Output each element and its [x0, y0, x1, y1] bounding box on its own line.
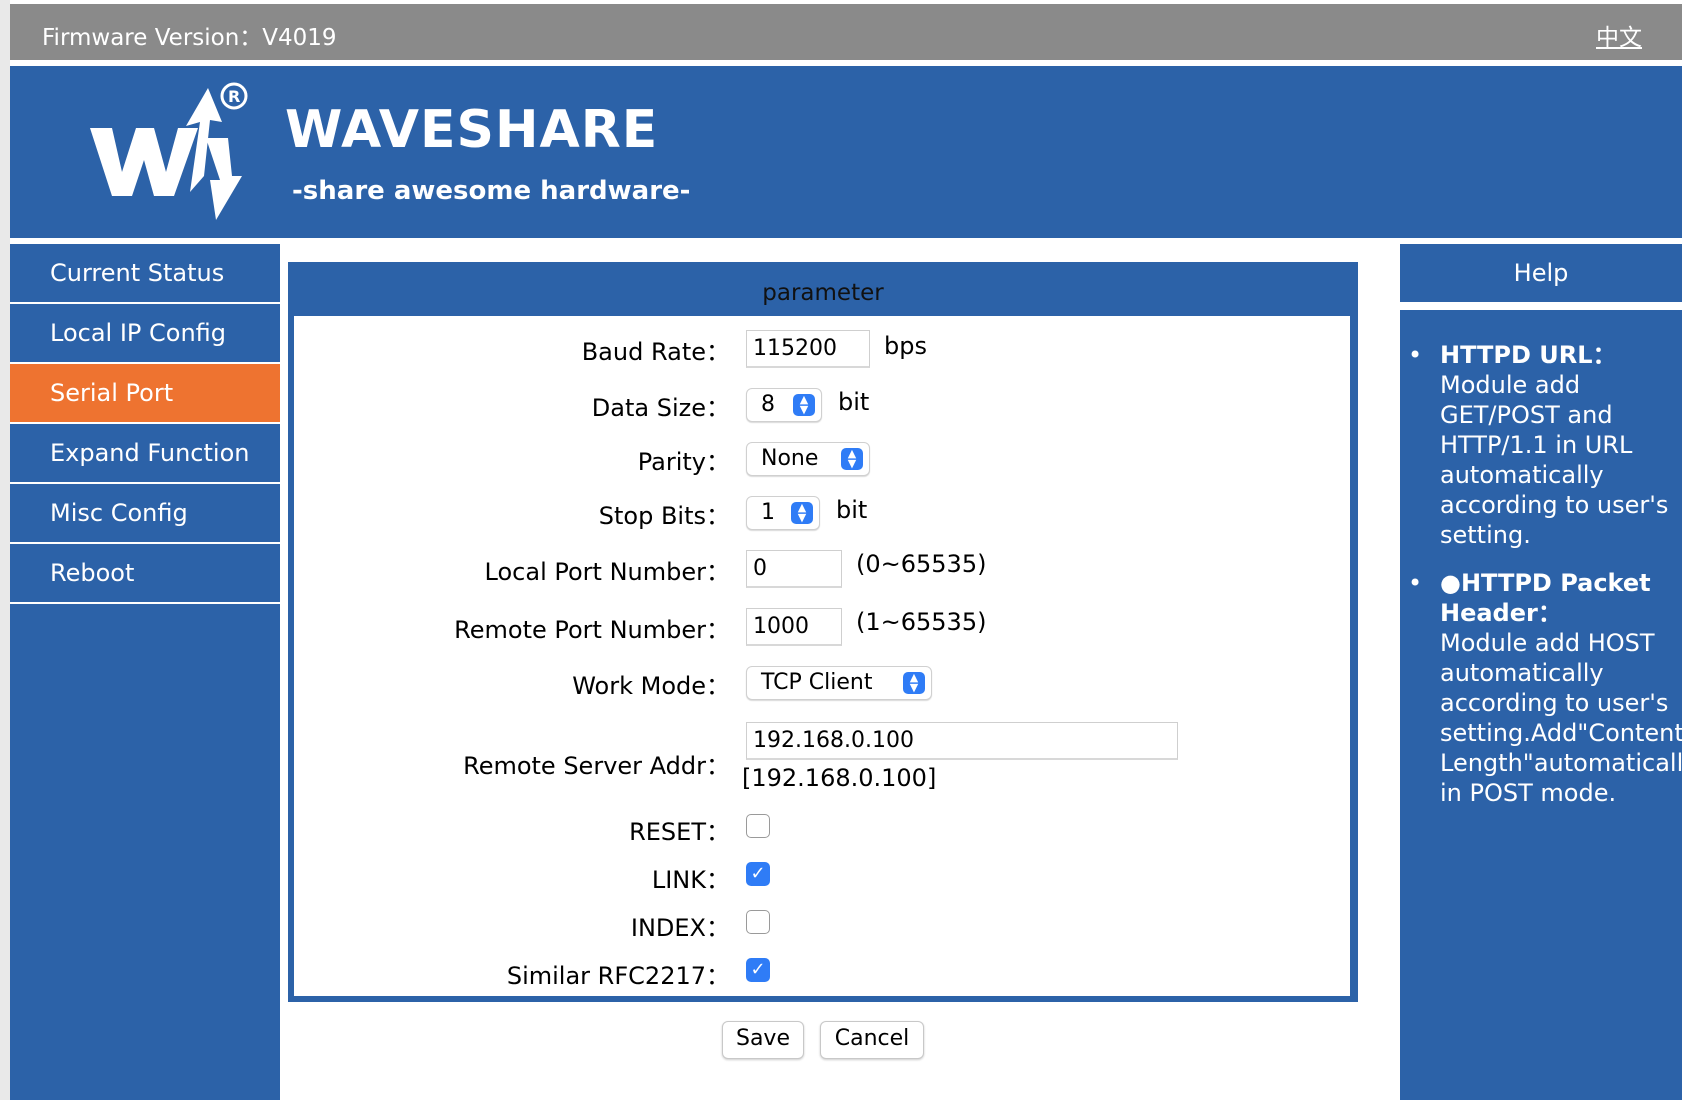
language-link[interactable]: 中文 [1596, 18, 1642, 52]
help-title: Help [1400, 244, 1682, 302]
parity-row: Parity： None ▲ ▼ [294, 442, 1350, 476]
work-mode-select[interactable]: TCP Client ▲ ▼ [746, 666, 932, 700]
sidebar-item-reboot[interactable]: Reboot [10, 544, 280, 604]
parameter-form: Baud Rate： bps Data Size： 8 ▲▼ bit Parit… [294, 316, 1350, 996]
baud-rate-input[interactable] [746, 330, 870, 368]
help-item-httpd-url: • HTTPD URL： Module add GET/POST and HTT… [1408, 340, 1682, 550]
parity-select[interactable]: None ▲ ▼ [746, 442, 870, 476]
help-item-heading: HTTPD URL [1440, 341, 1593, 369]
window-edge [0, 0, 10, 1100]
select-arrows-icon: ▲ ▼ [841, 448, 863, 470]
data-size-label: Data Size： [591, 394, 730, 422]
help-item-text: Module add GET/POST and HTTP/1.1 in URL … [1440, 371, 1669, 549]
remote-port-input[interactable] [746, 608, 842, 646]
reset-checkbox[interactable] [746, 814, 770, 838]
checkmark-icon: ✓ [750, 863, 766, 884]
stop-bits-row: Stop Bits： 1 ▲ ▼ bit [294, 496, 1350, 530]
panel-title: parameter [762, 280, 884, 306]
firmware-version: Firmware Version：V4019 [42, 25, 337, 51]
remote-server-resolved: [192.168.0.100] [742, 764, 937, 792]
save-button[interactable]: Save [722, 1021, 804, 1059]
reset-label: RESET： [629, 818, 730, 846]
cancel-button[interactable]: Cancel [820, 1021, 924, 1059]
data-size-row: Data Size： 8 ▲ ▼ bit [294, 388, 1350, 422]
sidebar-item-current-status[interactable]: Current Status [10, 244, 280, 304]
waveshare-logo: R [90, 82, 248, 220]
sidebar-item-serial-port[interactable]: Serial Port [10, 364, 280, 424]
brand-name: WAVESHARE [285, 100, 659, 160]
brand-slogan: -share awesome hardware- [292, 176, 691, 206]
work-mode-value: TCP Client [761, 670, 873, 695]
stop-bits-value: 1 [761, 500, 775, 525]
remote-server-label: Remote Server Addr： [463, 752, 730, 780]
sidebar-item-local-ip-config[interactable]: Local IP Config [10, 304, 280, 364]
baud-rate-unit: bps [884, 332, 927, 360]
stop-bits-label: Stop Bits： [598, 502, 730, 530]
select-arrows-icon: ▲ ▼ [791, 502, 813, 524]
checkmark-icon: ✓ [750, 959, 766, 980]
stop-bits-select[interactable]: 1 ▲ ▼ [746, 496, 820, 530]
help-item-httpd-packet-header: • ●HTTPD Packet Header： Module add HOST … [1408, 568, 1682, 808]
help-item-colon: ： [1537, 599, 1562, 627]
work-mode-row: Work Mode： TCP Client ▲ ▼ [294, 666, 1350, 700]
sidebar: Current Status Local IP Config Serial Po… [10, 244, 280, 1100]
data-size-unit: bit [838, 388, 870, 416]
bullet-icon: • [1408, 569, 1423, 597]
select-arrows-icon: ▲ ▼ [793, 394, 815, 416]
svg-text:R: R [228, 87, 240, 106]
remote-server-input[interactable] [746, 722, 1178, 760]
link-checkbox[interactable]: ✓ [746, 862, 770, 886]
data-size-value: 8 [761, 392, 775, 417]
data-size-select[interactable]: 8 ▲ ▼ [746, 388, 822, 422]
index-checkbox[interactable] [746, 910, 770, 934]
rfc2217-checkbox[interactable]: ✓ [746, 958, 770, 982]
rfc2217-label: Similar RFC2217： [506, 962, 730, 990]
baud-rate-label: Baud Rate： [581, 338, 730, 366]
local-port-input[interactable] [746, 550, 842, 588]
remote-port-label: Remote Port Number： [454, 616, 730, 644]
help-panel: • HTTPD URL： Module add GET/POST and HTT… [1400, 310, 1682, 1100]
bullet-icon: • [1408, 341, 1423, 369]
sidebar-item-misc-config[interactable]: Misc Config [10, 484, 280, 544]
parity-label: Parity： [637, 448, 730, 476]
work-mode-label: Work Mode： [572, 672, 730, 700]
local-port-range: (0~65535) [856, 550, 987, 578]
site-header: R WAVESHARE -share awesome hardware- [10, 66, 1682, 238]
parity-value: None [761, 446, 819, 471]
top-bar: Firmware Version：V4019 中文 [10, 4, 1682, 60]
select-arrows-icon: ▲ ▼ [903, 672, 925, 694]
help-item-text: Module add HOST automatically according … [1440, 629, 1682, 807]
link-label: LINK： [651, 866, 730, 894]
stop-bits-unit: bit [836, 496, 868, 524]
remote-port-range: (1~65535) [856, 608, 987, 636]
index-label: INDEX： [630, 914, 730, 942]
sidebar-item-expand-function[interactable]: Expand Function [10, 424, 280, 484]
parameter-panel: parameter Baud Rate： bps Data Size： 8 ▲▼… [288, 262, 1358, 1002]
local-port-label: Local Port Number： [484, 558, 730, 586]
help-item-colon: ： [1592, 341, 1617, 369]
